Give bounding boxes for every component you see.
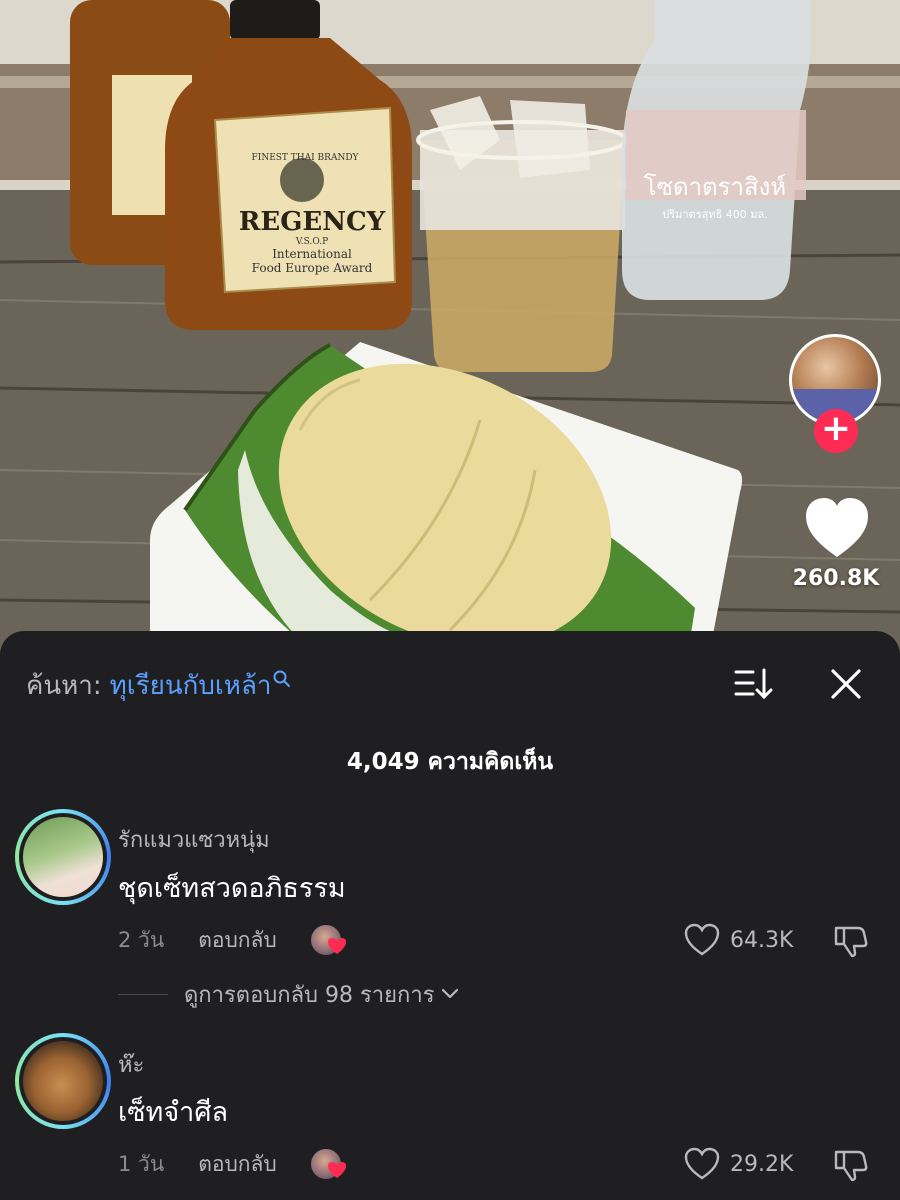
- search-term-link[interactable]: ทุเรียนกับเหล้า: [110, 665, 272, 706]
- commenter-avatar[interactable]: [15, 809, 111, 905]
- search-icon: [273, 670, 291, 687]
- follow-button[interactable]: +: [814, 409, 858, 453]
- comment-like-button[interactable]: 64.3K: [684, 922, 793, 958]
- comment-username[interactable]: ห๊ะ: [118, 1047, 144, 1082]
- comment-meta: 2 วัน ตอบกลับ: [118, 922, 346, 958]
- heart-outline-icon: [684, 1147, 720, 1180]
- svg-text:ปริมาตรสุทธิ 400 มล.: ปริมาตรสุทธิ 400 มล.: [662, 208, 768, 221]
- replies-divider: [118, 993, 168, 995]
- svg-text:โซดาตราสิงห์: โซดาตราสิงห์: [644, 173, 786, 201]
- svg-text:V.S.O.P: V.S.O.P: [295, 237, 328, 247]
- comment-like-button[interactable]: 29.2K: [684, 1146, 793, 1182]
- reply-button[interactable]: ตอบกลับ: [198, 924, 277, 957]
- creator-liked-avatar: [310, 925, 346, 955]
- view-replies-button[interactable]: ดูการตอบกลับ 98 รายการ: [118, 977, 459, 1011]
- commenter-avatar[interactable]: [15, 1033, 111, 1129]
- comment-time: 2 วัน: [118, 927, 165, 952]
- creator-liked-avatar: [310, 1149, 346, 1179]
- svg-text:REGENCY: REGENCY: [239, 207, 386, 237]
- heart-outline-icon: [684, 923, 720, 956]
- search-prefix-label: ค้นหา:: [26, 670, 102, 701]
- svg-text:FINEST THAI BRANDY: FINEST THAI BRANDY: [252, 153, 360, 163]
- commenter-avatar-image: [19, 813, 107, 901]
- comment-text: ชุดเซ็ทสวดอภิธรรม: [118, 873, 346, 904]
- video-scene: FINEST THAI BRANDY REGENCY V.S.O.P Inter…: [0, 0, 900, 660]
- video-frame[interactable]: FINEST THAI BRANDY REGENCY V.S.O.P Inter…: [0, 0, 900, 660]
- video-like-count: 260.8K: [792, 566, 880, 591]
- comment-username[interactable]: รักแมวแซวหนุ่ม: [118, 822, 270, 857]
- close-icon[interactable]: [828, 666, 864, 702]
- comment-text: เซ็ทจำศีล: [118, 1097, 229, 1128]
- chevron-down-icon: [441, 988, 458, 999]
- sort-icon[interactable]: [733, 667, 773, 701]
- heart-icon[interactable]: [804, 497, 870, 561]
- comment-meta: 1 วัน ตอบกลับ: [118, 1146, 346, 1182]
- comment-time: 1 วัน: [118, 1151, 165, 1176]
- creator-heart-icon: [327, 1162, 346, 1178]
- creator-heart-icon: [327, 938, 346, 954]
- commenter-avatar-image: [19, 1037, 107, 1125]
- comment-count: 4,049 ความคิดเห็น: [346, 749, 554, 775]
- dislike-icon[interactable]: [832, 922, 868, 958]
- svg-text:Food Europe Award: Food Europe Award: [252, 261, 373, 275]
- comment-like-count: 64.3K: [730, 927, 794, 953]
- related-search[interactable]: ค้นหา: ทุเรียนกับเหล้า: [26, 663, 291, 707]
- svg-text:International: International: [272, 247, 352, 261]
- view-replies-label: ดูการตอบกลับ 98 รายการ: [184, 982, 435, 1008]
- dislike-icon[interactable]: [832, 1146, 868, 1182]
- reply-button[interactable]: ตอบกลับ: [198, 1148, 277, 1181]
- comment-like-count: 29.2K: [730, 1151, 794, 1177]
